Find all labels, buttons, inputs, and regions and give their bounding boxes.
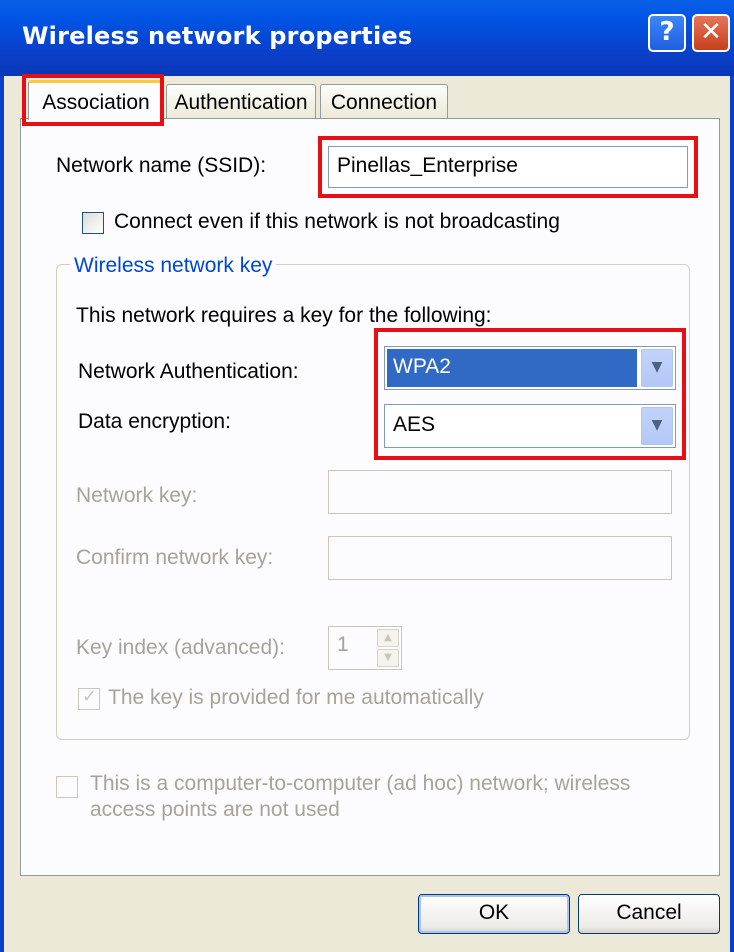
help-button[interactable]: ?	[648, 14, 686, 52]
data-encryption-label: Data encryption:	[78, 410, 231, 433]
tab-authentication-label: Authentication	[174, 91, 308, 114]
title-bar[interactable]: Wireless network properties ? ✕	[0, 0, 734, 76]
wireless-properties-dialog: Wireless network properties ? ✕ Associat…	[0, 0, 734, 952]
tab-association-label: Association	[42, 91, 150, 114]
data-encryption-value: AES	[393, 413, 436, 436]
chevron-down-icon[interactable]: ▼	[641, 349, 673, 387]
tab-connection[interactable]: Connection	[320, 84, 448, 118]
ok-button[interactable]: OK	[418, 894, 570, 934]
tab-connection-label: Connection	[330, 91, 438, 114]
window-border-right	[730, 76, 734, 952]
network-authentication-label: Network Authentication:	[78, 360, 299, 383]
data-encryption-select[interactable]: AES ▼	[384, 404, 676, 448]
spin-down-icon[interactable]: ▼	[377, 649, 399, 667]
network-authentication-value: WPA2	[387, 349, 637, 387]
chevron-down-icon[interactable]: ▼	[641, 407, 673, 445]
key-index-label: Key index (advanced):	[76, 636, 285, 659]
confirm-network-key-input[interactable]	[328, 536, 672, 580]
window-title: Wireless network properties	[22, 22, 413, 50]
confirm-network-key-label: Confirm network key:	[76, 546, 274, 569]
checkmark-icon: ✓	[82, 686, 98, 707]
auto-key-checkbox-label[interactable]: The key is provided for me automatically	[108, 686, 484, 710]
adhoc-checkbox-label-line2[interactable]: access points are not used	[90, 798, 340, 822]
adhoc-checkbox-label-line1[interactable]: This is a computer-to-computer (ad hoc) …	[90, 772, 630, 796]
broadcast-checkbox[interactable]	[82, 212, 104, 234]
auto-key-checkbox[interactable]: ✓	[78, 686, 100, 710]
cancel-button[interactable]: Cancel	[578, 894, 720, 934]
adhoc-checkbox[interactable]	[56, 776, 78, 798]
key-index-value: 1	[337, 633, 349, 656]
window-border-left	[0, 76, 4, 952]
spin-up-icon[interactable]: ▲	[377, 629, 399, 647]
network-key-input[interactable]	[328, 470, 672, 514]
network-authentication-select[interactable]: WPA2 ▼	[384, 346, 676, 390]
close-button[interactable]: ✕	[692, 14, 730, 52]
ssid-input[interactable]: Pinellas_Enterprise	[328, 146, 688, 188]
requires-key-text: This network requires a key for the foll…	[76, 304, 492, 327]
wireless-network-key-group-title: Wireless network key	[70, 254, 277, 278]
ssid-label: Network name (SSID):	[56, 154, 267, 177]
broadcast-checkbox-label[interactable]: Connect even if this network is not broa…	[114, 210, 560, 234]
key-index-spinner[interactable]: 1 ▲ ▼	[328, 626, 402, 670]
tab-association[interactable]: Association	[28, 80, 164, 120]
tab-authentication[interactable]: Authentication	[166, 84, 316, 118]
network-key-label: Network key:	[76, 484, 198, 507]
